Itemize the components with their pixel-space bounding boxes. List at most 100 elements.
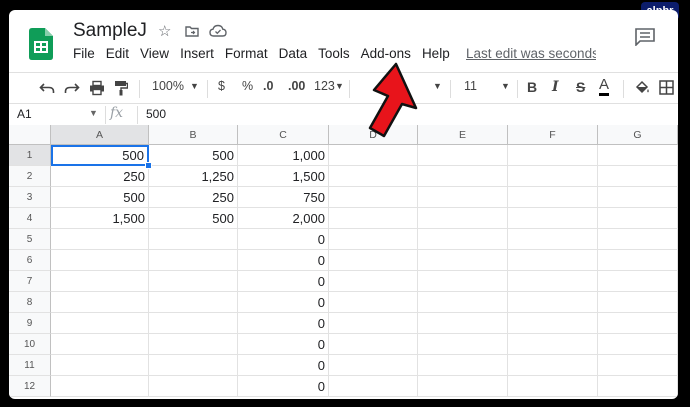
cell-f7[interactable] [508, 271, 598, 292]
cell-a7[interactable] [51, 271, 149, 292]
undo-icon[interactable] [39, 81, 55, 95]
sheets-logo-icon[interactable] [29, 28, 53, 60]
font-size-select[interactable]: 11 [464, 79, 477, 93]
cell-c9[interactable]: 0 [238, 313, 329, 334]
cell-g2[interactable] [598, 166, 678, 187]
cell-f4[interactable] [508, 208, 598, 229]
cell-f1[interactable] [508, 145, 598, 166]
cell-a2[interactable]: 250 [51, 166, 149, 187]
cell-b8[interactable] [149, 292, 238, 313]
row-header-9[interactable]: 9 [9, 313, 51, 334]
menu-help[interactable]: Help [422, 46, 450, 64]
decrease-decimal-button[interactable]: .0 [263, 79, 273, 93]
cell-a4[interactable]: 1,500 [51, 208, 149, 229]
redo-icon[interactable] [64, 81, 80, 95]
cell-c2[interactable]: 1,500 [238, 166, 329, 187]
cell-g9[interactable] [598, 313, 678, 334]
cell-d11[interactable] [329, 355, 418, 376]
cell-c8[interactable]: 0 [238, 292, 329, 313]
cell-b12[interactable] [149, 376, 238, 397]
cell-e4[interactable] [418, 208, 508, 229]
menu-insert[interactable]: Insert [180, 46, 214, 64]
cell-d5[interactable] [329, 229, 418, 250]
cell-d2[interactable] [329, 166, 418, 187]
cell-g3[interactable] [598, 187, 678, 208]
cell-c12[interactable]: 0 [238, 376, 329, 397]
cell-e10[interactable] [418, 334, 508, 355]
strikethrough-button[interactable]: S [576, 79, 585, 95]
cell-c1[interactable]: 1,000 [238, 145, 329, 166]
star-icon[interactable]: ☆ [158, 22, 171, 40]
cell-g1[interactable] [598, 145, 678, 166]
row-header-5[interactable]: 5 [9, 229, 51, 250]
cell-g8[interactable] [598, 292, 678, 313]
menu-tools[interactable]: Tools [318, 46, 350, 64]
cell-g10[interactable] [598, 334, 678, 355]
column-header-c[interactable]: C [238, 125, 329, 145]
cell-a3[interactable]: 500 [51, 187, 149, 208]
cell-d4[interactable] [329, 208, 418, 229]
cell-e11[interactable] [418, 355, 508, 376]
print-icon[interactable] [89, 80, 105, 96]
more-formats-dropdown-icon[interactable]: ▼ [335, 81, 344, 91]
cell-c10[interactable]: 0 [238, 334, 329, 355]
column-header-b[interactable]: B [149, 125, 238, 145]
italic-button[interactable]: I [552, 79, 559, 95]
cell-d1[interactable] [329, 145, 418, 166]
document-title[interactable]: SampleJ [73, 20, 147, 42]
row-header-4[interactable]: 4 [9, 208, 51, 229]
menu-data[interactable]: Data [279, 46, 308, 64]
row-header-12[interactable]: 12 [9, 376, 51, 397]
zoom-select[interactable]: 100% [152, 79, 184, 93]
font-family-dropdown-icon[interactable]: ▼ [433, 81, 442, 91]
cell-a5[interactable] [51, 229, 149, 250]
cell-a11[interactable] [51, 355, 149, 376]
cell-e7[interactable] [418, 271, 508, 292]
cell-e12[interactable] [418, 376, 508, 397]
cell-f8[interactable] [508, 292, 598, 313]
font-size-dropdown-icon[interactable]: ▼ [501, 81, 510, 91]
cell-a12[interactable] [51, 376, 149, 397]
row-header-1[interactable]: 1 [9, 145, 51, 166]
cell-d8[interactable] [329, 292, 418, 313]
bold-button[interactable]: B [527, 79, 537, 95]
column-header-e[interactable]: E [418, 125, 508, 145]
cell-b5[interactable] [149, 229, 238, 250]
text-color-button[interactable]: A [599, 77, 610, 96]
row-header-8[interactable]: 8 [9, 292, 51, 313]
cell-g4[interactable] [598, 208, 678, 229]
cell-b1[interactable]: 500 [149, 145, 238, 166]
cell-e5[interactable] [418, 229, 508, 250]
cell-b7[interactable] [149, 271, 238, 292]
menu-edit[interactable]: Edit [106, 46, 129, 64]
cell-b2[interactable]: 1,250 [149, 166, 238, 187]
cell-c5[interactable]: 0 [238, 229, 329, 250]
cell-b6[interactable] [149, 250, 238, 271]
cell-a1[interactable]: 500 [51, 145, 149, 166]
cell-c11[interactable]: 0 [238, 355, 329, 376]
cell-e8[interactable] [418, 292, 508, 313]
row-header-11[interactable]: 11 [9, 355, 51, 376]
cell-g6[interactable] [598, 250, 678, 271]
cell-a9[interactable] [51, 313, 149, 334]
format-percent-button[interactable]: % [242, 79, 253, 93]
cell-d3[interactable] [329, 187, 418, 208]
cell-f10[interactable] [508, 334, 598, 355]
move-to-folder-icon[interactable] [184, 23, 200, 39]
increase-decimal-button[interactable]: .00 [288, 79, 305, 93]
menu-view[interactable]: View [140, 46, 169, 64]
cell-b9[interactable] [149, 313, 238, 334]
cell-c3[interactable]: 750 [238, 187, 329, 208]
cell-g7[interactable] [598, 271, 678, 292]
select-all-corner[interactable] [9, 125, 51, 145]
cell-c6[interactable]: 0 [238, 250, 329, 271]
cell-f11[interactable] [508, 355, 598, 376]
paint-format-icon[interactable] [114, 80, 128, 96]
cell-g11[interactable] [598, 355, 678, 376]
cell-c7[interactable]: 0 [238, 271, 329, 292]
cell-d7[interactable] [329, 271, 418, 292]
cell-e1[interactable] [418, 145, 508, 166]
fill-color-icon[interactable] [634, 80, 650, 96]
cell-c4[interactable]: 2,000 [238, 208, 329, 229]
cell-a8[interactable] [51, 292, 149, 313]
